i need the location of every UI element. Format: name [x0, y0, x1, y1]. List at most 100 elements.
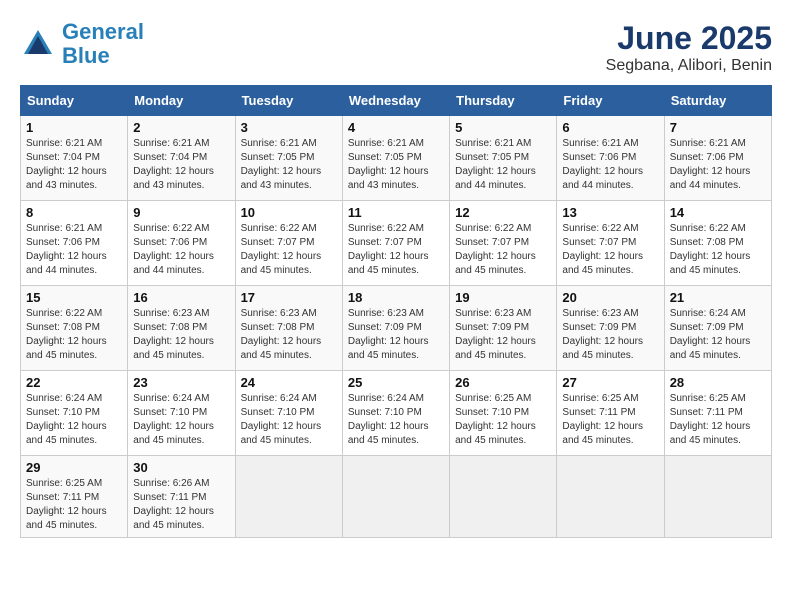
calendar-cell: 8 Sunrise: 6:21 AM Sunset: 7:06 PM Daylig… — [21, 201, 128, 286]
calendar-week-row: 1 Sunrise: 6:21 AM Sunset: 7:04 PM Daylig… — [21, 116, 772, 201]
day-number: 26 — [455, 375, 551, 390]
day-number: 15 — [26, 290, 122, 305]
day-header-wednesday: Wednesday — [342, 86, 449, 116]
calendar-cell: 22Sunrise: 6:24 AM Sunset: 7:10 PM Dayli… — [21, 371, 128, 456]
calendar-cell — [342, 456, 449, 538]
calendar-cell: 14 Sunrise: 6:22 AM Sunset: 7:08 PM Dayli… — [664, 201, 771, 286]
calendar-cell: 9 Sunrise: 6:22 AM Sunset: 7:06 PM Daylig… — [128, 201, 235, 286]
day-number: 14 — [670, 205, 766, 220]
cell-content: Sunrise: 6:26 AM Sunset: 7:11 PM Dayligh… — [133, 477, 229, 533]
calendar-cell — [557, 456, 664, 538]
calendar-cell: 25 Sunrise: 6:24 AM Sunset: 7:10 PM Dayli… — [342, 371, 449, 456]
calendar-cell: 15 Sunrise: 6:22 AM Sunset: 7:08 PM Dayli… — [21, 286, 128, 371]
day-number: 5 — [455, 120, 551, 135]
calendar-week-row: 8 Sunrise: 6:21 AM Sunset: 7:06 PM Daylig… — [21, 201, 772, 286]
calendar-cell — [235, 456, 342, 538]
calendar-cell: 28Sunrise: 6:25 AM Sunset: 7:11 PM Dayli… — [664, 371, 771, 456]
calendar-cell: 16 Sunrise: 6:23 AM Sunset: 7:08 PM Dayli… — [128, 286, 235, 371]
cell-content: Sunrise: 6:23 AM Sunset: 7:09 PM Dayligh… — [348, 307, 444, 363]
day-number: 17 — [241, 290, 337, 305]
month-title: June 2025 — [606, 20, 772, 57]
cell-content: Sunrise: 6:22 AM Sunset: 7:06 PM Dayligh… — [133, 222, 229, 278]
day-number: 7 — [670, 120, 766, 135]
cell-content: Sunrise: 6:21 AM Sunset: 7:04 PM Dayligh… — [26, 137, 122, 193]
day-number: 1 — [26, 120, 122, 135]
day-number: 13 — [562, 205, 658, 220]
cell-content: Sunrise: 6:24 AM Sunset: 7:09 PM Dayligh… — [670, 307, 766, 363]
calendar-table: SundayMondayTuesdayWednesdayThursdayFrid… — [20, 85, 772, 538]
calendar-cell — [450, 456, 557, 538]
day-number: 11 — [348, 205, 444, 220]
calendar-cell: 2 Sunrise: 6:21 AM Sunset: 7:04 PM Daylig… — [128, 116, 235, 201]
calendar-week-row: 22 Sunrise: 6:24 AM Sunset: 7:10 PM Dayli… — [21, 371, 772, 456]
cell-content: Sunrise: 6:24 AM Sunset: 7:10 PM Dayligh… — [348, 392, 444, 448]
calendar-cell: 11 Sunrise: 6:22 AM Sunset: 7:07 PM Dayli… — [342, 201, 449, 286]
day-number: 21 — [670, 290, 766, 305]
day-number: 27 — [562, 375, 658, 390]
cell-content: Sunrise: 6:23 AM Sunset: 7:08 PM Dayligh… — [241, 307, 337, 363]
cell-content: Sunrise: 6:23 AM Sunset: 7:09 PM Dayligh… — [455, 307, 551, 363]
calendar-cell: 17 Sunrise: 6:23 AM Sunset: 7:08 PM Dayli… — [235, 286, 342, 371]
calendar-cell: 13Sunrise: 6:22 AM Sunset: 7:07 PM Dayli… — [557, 201, 664, 286]
day-header-friday: Friday — [557, 86, 664, 116]
cell-content: Sunrise: 6:23 AM Sunset: 7:09 PM Dayligh… — [562, 307, 658, 363]
day-number: 28 — [670, 375, 766, 390]
calendar-cell: 4Sunrise: 6:21 AM Sunset: 7:05 PM Daylig… — [342, 116, 449, 201]
cell-content: Sunrise: 6:21 AM Sunset: 7:06 PM Dayligh… — [670, 137, 766, 193]
cell-content: Sunrise: 6:23 AM Sunset: 7:08 PM Dayligh… — [133, 307, 229, 363]
logo-icon — [20, 26, 56, 62]
day-number: 22 — [26, 375, 122, 390]
day-header-monday: Monday — [128, 86, 235, 116]
calendar-cell: 12 Sunrise: 6:22 AM Sunset: 7:07 PM Dayli… — [450, 201, 557, 286]
logo-general: General — [62, 19, 144, 44]
day-number: 18 — [348, 290, 444, 305]
calendar-cell — [664, 456, 771, 538]
day-number: 25 — [348, 375, 444, 390]
day-number: 4 — [348, 120, 444, 135]
calendar-cell: 5 Sunrise: 6:21 AM Sunset: 7:05 PM Daylig… — [450, 116, 557, 201]
logo: General Blue — [20, 20, 144, 68]
cell-content: Sunrise: 6:25 AM Sunset: 7:11 PM Dayligh… — [26, 477, 122, 533]
calendar-cell: 19 Sunrise: 6:23 AM Sunset: 7:09 PM Dayli… — [450, 286, 557, 371]
calendar-cell: 1 Sunrise: 6:21 AM Sunset: 7:04 PM Daylig… — [21, 116, 128, 201]
calendar-cell: 7 Sunrise: 6:21 AM Sunset: 7:06 PM Daylig… — [664, 116, 771, 201]
day-number: 8 — [26, 205, 122, 220]
calendar-cell: 23Sunrise: 6:24 AM Sunset: 7:10 PM Dayli… — [128, 371, 235, 456]
cell-content: Sunrise: 6:21 AM Sunset: 7:04 PM Dayligh… — [133, 137, 229, 193]
day-number: 30 — [133, 460, 229, 475]
calendar-week-row: 15 Sunrise: 6:22 AM Sunset: 7:08 PM Dayli… — [21, 286, 772, 371]
cell-content: Sunrise: 6:21 AM Sunset: 7:06 PM Dayligh… — [26, 222, 122, 278]
cell-content: Sunrise: 6:22 AM Sunset: 7:07 PM Dayligh… — [348, 222, 444, 278]
day-number: 16 — [133, 290, 229, 305]
calendar-cell: 3Sunrise: 6:21 AM Sunset: 7:05 PM Daylig… — [235, 116, 342, 201]
day-header-sunday: Sunday — [21, 86, 128, 116]
day-number: 6 — [562, 120, 658, 135]
day-number: 20 — [562, 290, 658, 305]
calendar-cell: 6Sunrise: 6:21 AM Sunset: 7:06 PM Daylig… — [557, 116, 664, 201]
day-header-thursday: Thursday — [450, 86, 557, 116]
cell-content: Sunrise: 6:22 AM Sunset: 7:08 PM Dayligh… — [26, 307, 122, 363]
day-number: 19 — [455, 290, 551, 305]
cell-content: Sunrise: 6:24 AM Sunset: 7:10 PM Dayligh… — [241, 392, 337, 448]
cell-content: Sunrise: 6:22 AM Sunset: 7:07 PM Dayligh… — [455, 222, 551, 278]
cell-content: Sunrise: 6:21 AM Sunset: 7:05 PM Dayligh… — [455, 137, 551, 193]
calendar-cell: 29 Sunrise: 6:25 AM Sunset: 7:11 PM Dayli… — [21, 456, 128, 538]
day-number: 29 — [26, 460, 122, 475]
day-number: 9 — [133, 205, 229, 220]
cell-content: Sunrise: 6:22 AM Sunset: 7:08 PM Dayligh… — [670, 222, 766, 278]
day-number: 2 — [133, 120, 229, 135]
days-header-row: SundayMondayTuesdayWednesdayThursdayFrid… — [21, 86, 772, 116]
cell-content: Sunrise: 6:25 AM Sunset: 7:10 PM Dayligh… — [455, 392, 551, 448]
cell-content: Sunrise: 6:21 AM Sunset: 7:05 PM Dayligh… — [241, 137, 337, 193]
cell-content: Sunrise: 6:22 AM Sunset: 7:07 PM Dayligh… — [241, 222, 337, 278]
logo-blue: Blue — [62, 43, 110, 68]
day-number: 12 — [455, 205, 551, 220]
calendar-week-row: 29 Sunrise: 6:25 AM Sunset: 7:11 PM Dayli… — [21, 456, 772, 538]
calendar-cell: 30 Sunrise: 6:26 AM Sunset: 7:11 PM Dayli… — [128, 456, 235, 538]
day-number: 10 — [241, 205, 337, 220]
logo-text: General Blue — [62, 20, 144, 68]
calendar-cell: 10 Sunrise: 6:22 AM Sunset: 7:07 PM Dayli… — [235, 201, 342, 286]
calendar-cell: 27Sunrise: 6:25 AM Sunset: 7:11 PM Dayli… — [557, 371, 664, 456]
calendar-cell: 20 Sunrise: 6:23 AM Sunset: 7:09 PM Dayli… — [557, 286, 664, 371]
calendar-cell: 21 Sunrise: 6:24 AM Sunset: 7:09 PM Dayli… — [664, 286, 771, 371]
